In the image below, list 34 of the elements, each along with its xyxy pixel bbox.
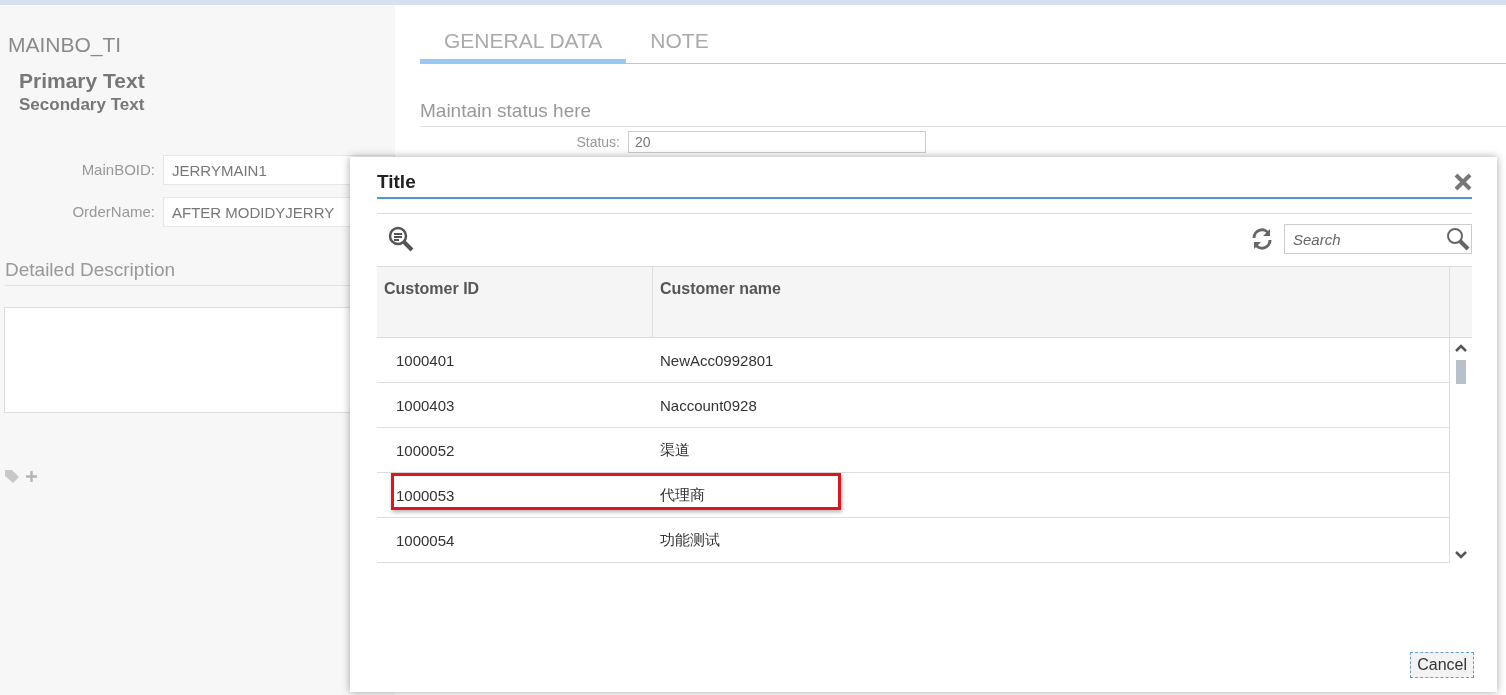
secondary-text: Secondary Text <box>19 95 146 115</box>
filter-search-icon[interactable] <box>388 226 414 252</box>
table-cell-text: 代理商 <box>659 485 706 505</box>
table-row[interactable]: 1000054 功能测试 <box>377 518 1449 563</box>
close-icon[interactable] <box>1454 173 1472 191</box>
column-header[interactable]: Customer name <box>653 267 1450 337</box>
table-cell-text: 功能测试 <box>659 530 721 550</box>
table-cell-text: 1000054 <box>395 531 456 549</box>
field-label: MainBOID: <box>80 160 155 178</box>
table-row[interactable]: 1000053 代理商 <box>377 473 1449 518</box>
column-header[interactable]: Customer ID <box>377 267 653 337</box>
scroll-up-icon[interactable] <box>1455 344 1467 352</box>
scroll-thumb[interactable] <box>1456 360 1466 384</box>
table-row[interactable]: 1000052 渠道 <box>377 428 1449 473</box>
search-field[interactable]: Search <box>1284 224 1472 254</box>
search-icon[interactable] <box>1446 227 1470 251</box>
section-title: Maintain status here <box>420 100 1506 127</box>
table-row[interactable]: 1000403 Naccount0928 <box>377 383 1449 428</box>
table-cell-text: 1000053 <box>395 486 456 504</box>
primary-text: Primary Text <box>19 69 146 93</box>
refresh-icon[interactable] <box>1250 227 1274 251</box>
table-cell-text: 1000052 <box>395 441 456 459</box>
table-cell-text: 渠道 <box>659 440 691 460</box>
object-title: MAINBO_TI <box>8 33 123 57</box>
scroll-down-icon[interactable] <box>1455 551 1467 559</box>
table-cell-text: Naccount0928 <box>659 396 758 414</box>
table-cell-text: 1000403 <box>395 396 456 414</box>
cancel-button[interactable]: Cancel <box>1410 652 1474 678</box>
field-label: OrderName: <box>71 202 155 220</box>
table-row[interactable]: 1000401 NewAcc0992801 <box>377 338 1449 383</box>
table-cell-text: NewAcc0992801 <box>659 351 775 369</box>
field-label: Status: <box>575 133 620 150</box>
status-dropdown[interactable]: 20 <box>628 131 926 153</box>
table-cell-text: 1000401 <box>395 351 456 369</box>
